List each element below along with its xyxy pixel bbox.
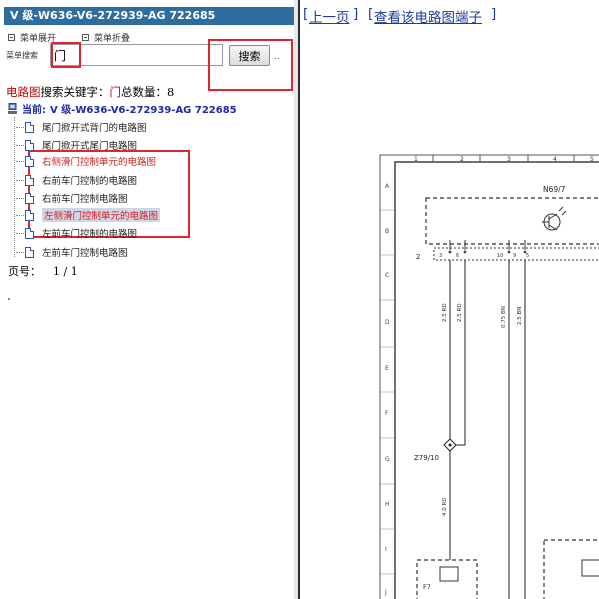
- tree-item-label: 左前车门控制的电路图: [42, 229, 138, 240]
- diagram-frame: [379, 154, 599, 599]
- expand-icon: [8, 34, 15, 41]
- row-letter: B: [385, 228, 389, 235]
- collapse-icon: [82, 34, 89, 41]
- tree-item-label: 尾门掀开式背门的电路图: [42, 123, 147, 134]
- menu-expand-label: 菜单展开: [20, 34, 57, 44]
- current-prefix: 当前:: [22, 105, 46, 116]
- resize-handle: [8, 298, 10, 300]
- summary-keyword-label: 搜索关键字：: [40, 85, 110, 99]
- tree-item-7[interactable]: 左前车门控制电路图: [16, 244, 128, 260]
- row-letter: D: [385, 319, 390, 326]
- tree-item-5[interactable]: 左侧滑门控制单元的电路图: [16, 207, 161, 223]
- document-icon: [25, 174, 34, 186]
- circuit-diagram[interactable]: 1 2 3 4 5 A B C D E F G H I J N69/7 2 3 …: [300, 0, 599, 599]
- computer-icon: [8, 102, 17, 114]
- document-icon: [25, 121, 34, 133]
- tree-item-3[interactable]: 右前车门控制的电路图: [16, 172, 137, 188]
- column-number: 3: [507, 156, 511, 163]
- row-letter: C: [385, 272, 389, 279]
- transistor-icon: [542, 206, 567, 231]
- tree-item-1[interactable]: 尾门掀开式尾门电路图: [16, 137, 137, 153]
- tree-item-4[interactable]: 右前车门控制电路图: [16, 190, 128, 206]
- document-icon: [25, 139, 34, 151]
- tree-item-label: 右前车门控制电路图: [42, 194, 128, 205]
- row-letter: H: [385, 501, 390, 508]
- row-letter: I: [385, 546, 387, 553]
- column-number: 2: [460, 156, 464, 163]
- document-icon: [25, 246, 34, 258]
- pin-label: 6: [456, 253, 459, 259]
- search-input[interactable]: [50, 44, 223, 66]
- pin-label: 10: [497, 253, 503, 259]
- component-z79-label: Z79/10: [414, 454, 439, 462]
- search-label: 菜单搜索: [6, 51, 38, 60]
- document-icon: [25, 209, 34, 221]
- wire-label: 0.75 BN: [501, 306, 507, 328]
- summary-total: 8: [167, 85, 175, 99]
- menu-collapse-label: 菜单折叠: [94, 34, 131, 44]
- row-letter: J: [384, 589, 387, 596]
- menu-expand-button[interactable]: 菜单展开: [8, 31, 56, 44]
- wire-label: 4.0 RD: [442, 497, 448, 516]
- summary-keyword: 门: [109, 85, 122, 99]
- menu-collapse-button[interactable]: 菜单折叠: [82, 31, 130, 44]
- row-letter: F: [385, 410, 389, 417]
- pin-label: 3: [439, 253, 442, 259]
- model-title-bar: V 级-W636-V6-272939-AG 722685: [4, 7, 294, 25]
- search-button[interactable]: 搜索: [229, 45, 270, 66]
- current-model: V 级-W636-V6-272939-AG 722685: [50, 105, 237, 116]
- column-number: 1: [414, 156, 418, 163]
- left-panel: V 级-W636-V6-272939-AG 722685 菜单展开 菜单折叠 菜…: [0, 0, 294, 599]
- document-icon: [25, 227, 34, 239]
- component-f-box: [416, 559, 478, 599]
- summary-category: 电路图: [6, 85, 41, 99]
- wire-label: 2.5 RD: [442, 303, 448, 322]
- tree-item-6[interactable]: 左前车门控制的电路图: [16, 225, 137, 241]
- row-2-label: 2: [416, 253, 420, 261]
- tree-item-label: 左前车门控制电路图: [42, 248, 128, 259]
- tree-item-2[interactable]: 右侧滑门控制单元的电路图: [16, 153, 156, 169]
- diagram-panel: [ 上一页 ] [ 查看该电路图端子 ] 1 2 3 4 5 A B C D E…: [300, 0, 599, 599]
- row-letter: G: [385, 456, 390, 463]
- row-letter: A: [385, 183, 390, 190]
- document-icon: [25, 192, 34, 204]
- component-f-label: F7: [423, 583, 431, 591]
- tree-item-label: 尾门掀开式尾门电路图: [42, 141, 138, 152]
- wire-label: 2.5 BN: [517, 307, 523, 325]
- pin-label: 9: [513, 253, 516, 259]
- tree-item-label: 右前车门控制的电路图: [42, 176, 138, 187]
- current-model-line[interactable]: 当前: V 级-W636-V6-272939-AG 722685: [8, 101, 237, 116]
- tree-item-label: 左侧滑门控制单元的电路图: [42, 208, 161, 222]
- splice-icon: [443, 438, 457, 452]
- pager-label: 页号：: [8, 265, 41, 278]
- tree-item-0[interactable]: 尾门掀开式背门的电路图: [16, 119, 147, 135]
- wire-label: 2.5 RD: [457, 303, 463, 322]
- pager-value: 1 / 1: [53, 265, 78, 278]
- pager: 页号： 1 / 1: [8, 263, 78, 279]
- summary-total-label: 总数量：: [121, 85, 167, 99]
- search-summary: 电路图搜索关键字：门总数量：8: [6, 84, 174, 100]
- document-icon: [25, 155, 34, 167]
- component-right-box: [543, 539, 599, 599]
- component-n69-label: N69/7: [543, 185, 566, 194]
- tree-item-label: 右侧滑门控制单元的电路图: [42, 157, 157, 168]
- row-letter: E: [385, 365, 389, 372]
- component-n69-box: [425, 197, 599, 245]
- search-more-label: ..: [274, 52, 280, 62]
- column-number: 4: [553, 156, 557, 163]
- pin-label: 5: [526, 253, 529, 259]
- column-number: 5: [590, 156, 594, 163]
